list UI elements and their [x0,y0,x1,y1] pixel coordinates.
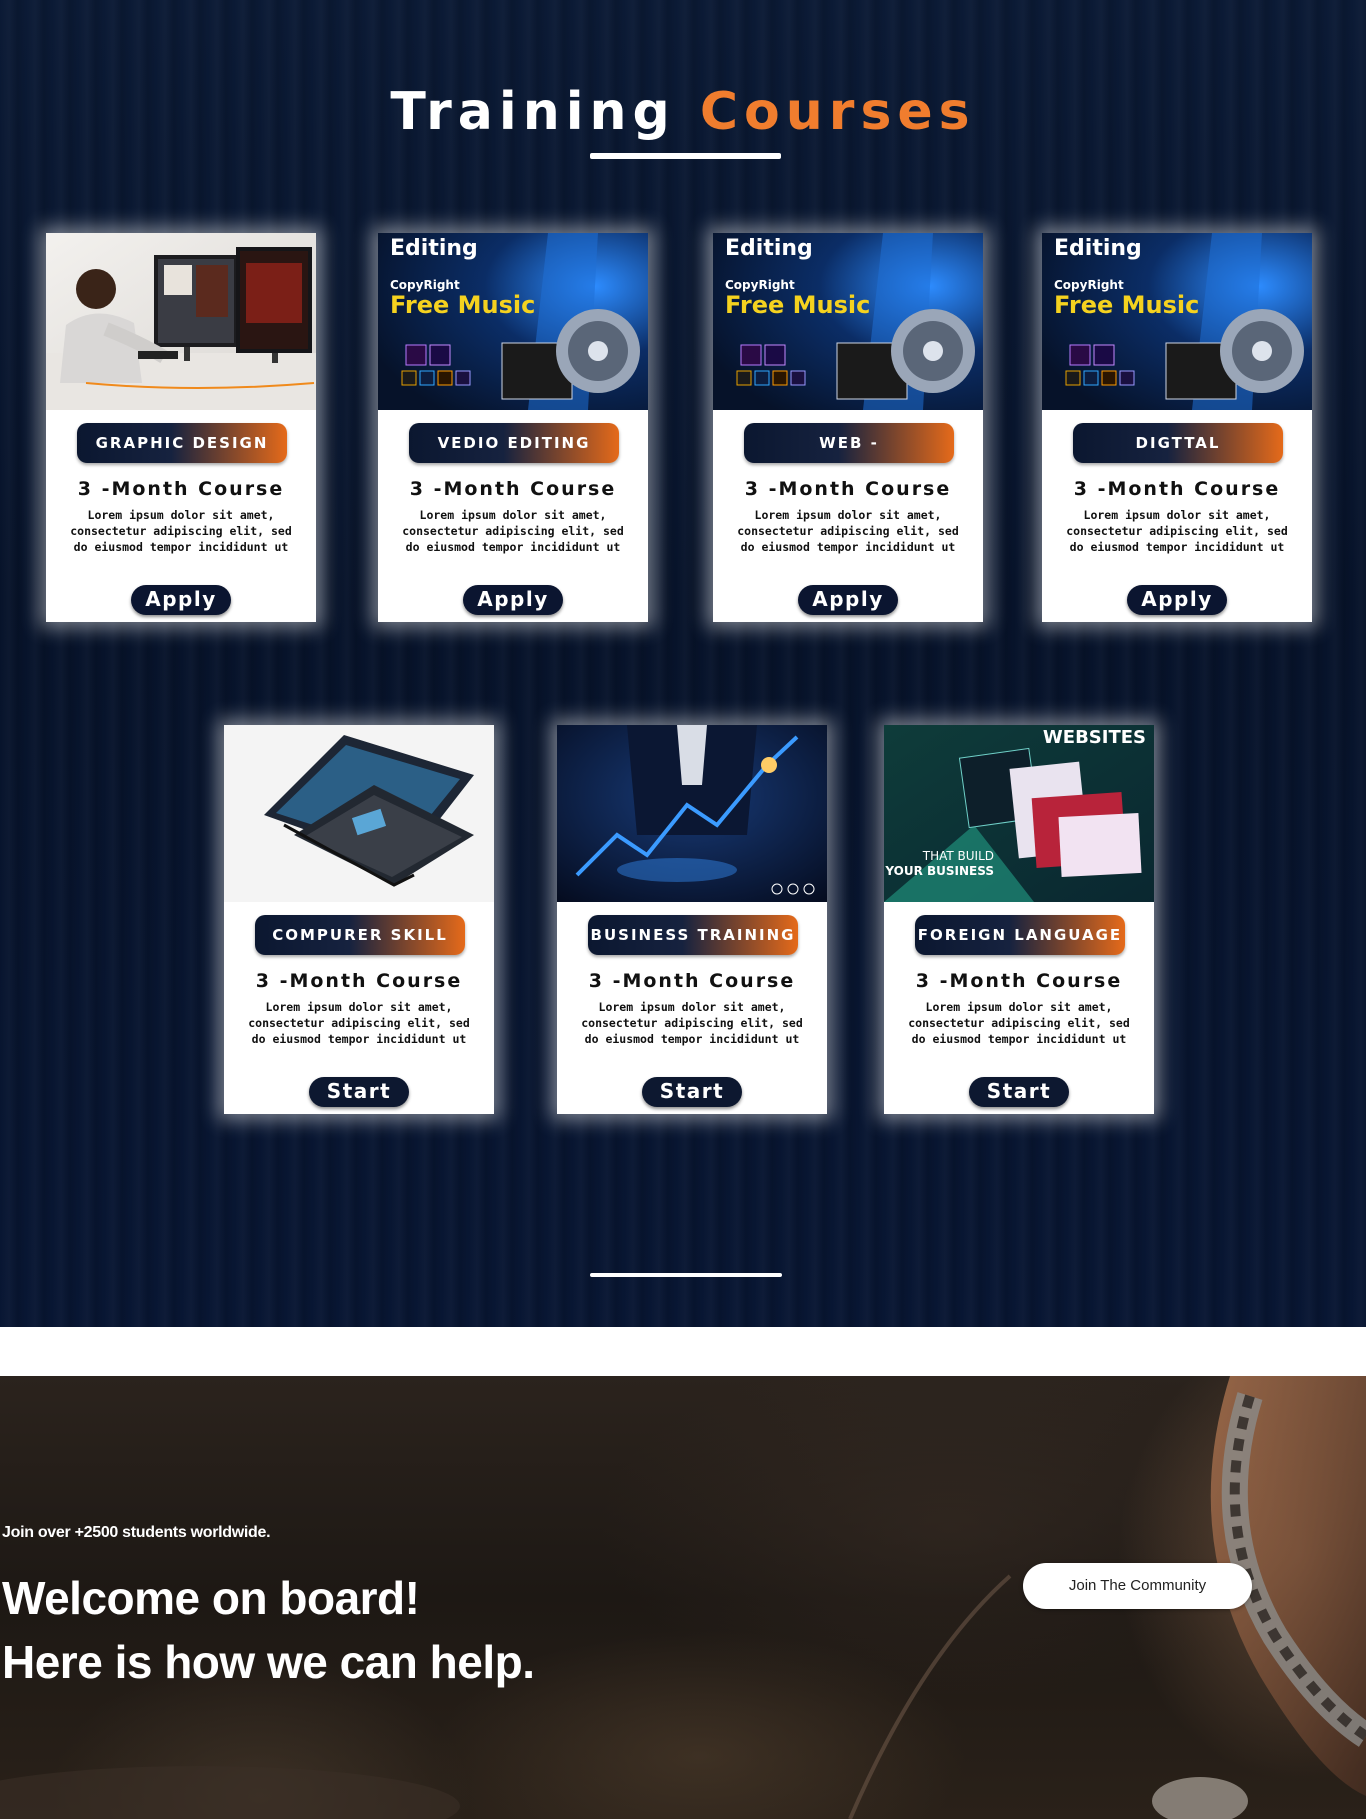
course-badge: BUSINESS TRAINING [588,915,798,955]
course-description: Lorem ipsum dolor sit amet, consectetur … [1066,508,1288,554]
banner-text-editing: Editing [725,236,813,261]
banner-text-that-build: THAT BUILD [922,849,994,863]
course-card-business-training: BUSINESS TRAINING 3 -Month Course Lorem … [557,725,827,1114]
course-description: Lorem ipsum dolor sit amet, consectetur … [70,508,292,554]
course-image-graphic-design [46,233,316,410]
course-duration: 3 -Month Course [409,478,617,500]
apply-button[interactable]: Apply [1127,585,1227,615]
course-image-foreign-language: WEBSITES THAT BUILD YOUR BUSINESS [884,725,1154,902]
apply-button[interactable]: Apply [463,585,563,615]
course-duration: 3 -Month Course [77,478,285,500]
hero-heading-line-2: Here is how we can help. [2,1636,535,1688]
banner-text-free-music: Free Music [390,291,535,319]
start-button[interactable]: Start [642,1077,742,1107]
course-badge: VEDIO EDITING [409,423,619,463]
course-duration: 3 -Month Course [744,478,952,500]
banner-text-editing: Editing [1054,236,1142,261]
apply-button[interactable]: Apply [798,585,898,615]
course-badge: DIGTTAL MARKETING [1073,423,1283,492]
training-section: Training Courses GRAPHIC DESIGN 3 -Month… [0,0,1366,1327]
course-badge: WEB - DEVELOPMENT [744,423,954,492]
start-button[interactable]: Start [969,1077,1069,1107]
banner-text-copyright: CopyRight [725,278,795,292]
course-duration: 3 -Month Course [588,970,796,992]
hero-heading: Welcome on board! Here is how we can hel… [2,1566,702,1694]
section-divider [590,1273,782,1277]
course-card-video-editing: Editing CopyRight Free Music VEDIO EDITI… [378,233,648,622]
join-community-button[interactable]: Join The Community [1023,1563,1252,1609]
course-description: Lorem ipsum dolor sit amet, consectetur … [908,1000,1130,1046]
banner-text-copyright: CopyRight [390,278,460,292]
course-description: Lorem ipsum dolor sit amet, consectetur … [737,508,959,554]
title-part-1: Training [390,82,700,142]
course-card-foreign-language: WEBSITES THAT BUILD YOUR BUSINESS FOREIG… [884,725,1154,1114]
course-image-video-editing: Editing CopyRight Free Music [378,233,648,410]
hero-heading-line-1: Welcome on board! [2,1572,420,1624]
banner-text-websites: WEBSITES [1043,727,1146,748]
course-card-graphic-design: GRAPHIC DESIGN 3 -Month Course Lorem ips… [46,233,316,622]
course-badge: FOREIGN LANGUAGE [915,915,1125,955]
banner-text-free-music: Free Music [1054,291,1199,319]
banner-text-your-business: YOUR BUSINESS [884,864,994,878]
course-card-digital-marketing: Editing CopyRight Free Music DIGTTAL MAR… [1042,233,1312,622]
banner-text-editing: Editing [390,236,478,261]
course-card-computer-skill: COMPURER SKILL 3 -Month Course Lorem ips… [224,725,494,1114]
section-gap [0,1327,1366,1376]
banner-text-copyright: CopyRight [1054,278,1124,292]
course-image-web-development: Editing CopyRight Free Music [713,233,983,410]
course-card-web-development: Editing CopyRight Free Music WEB - DEVEL… [713,233,983,622]
course-description: Lorem ipsum dolor sit amet, consectetur … [581,1000,803,1046]
course-description: Lorem ipsum dolor sit amet, consectetur … [248,1000,470,1046]
course-image-digital-marketing: Editing CopyRight Free Music [1042,233,1312,410]
course-image-business-training [557,725,827,902]
community-hero: Join over +2500 students worldwide. Welc… [0,1376,1366,1819]
course-description: Lorem ipsum dolor sit amet, consectetur … [402,508,624,554]
hero-kicker: Join over +2500 students worldwide. [2,1524,271,1541]
course-duration: 3 -Month Course [915,970,1123,992]
title-part-2: Courses [699,82,976,142]
course-badge: GRAPHIC DESIGN [77,423,287,463]
banner-text-free-music: Free Music [725,291,870,319]
course-duration: 3 -Month Course [1073,478,1281,500]
apply-button[interactable]: Apply [131,585,231,615]
course-image-computer-skill [224,725,494,902]
start-button[interactable]: Start [309,1077,409,1107]
section-title: Training Courses [0,82,1366,142]
course-badge: COMPURER SKILL [255,915,465,955]
title-underline [590,153,781,159]
course-duration: 3 -Month Course [255,970,463,992]
